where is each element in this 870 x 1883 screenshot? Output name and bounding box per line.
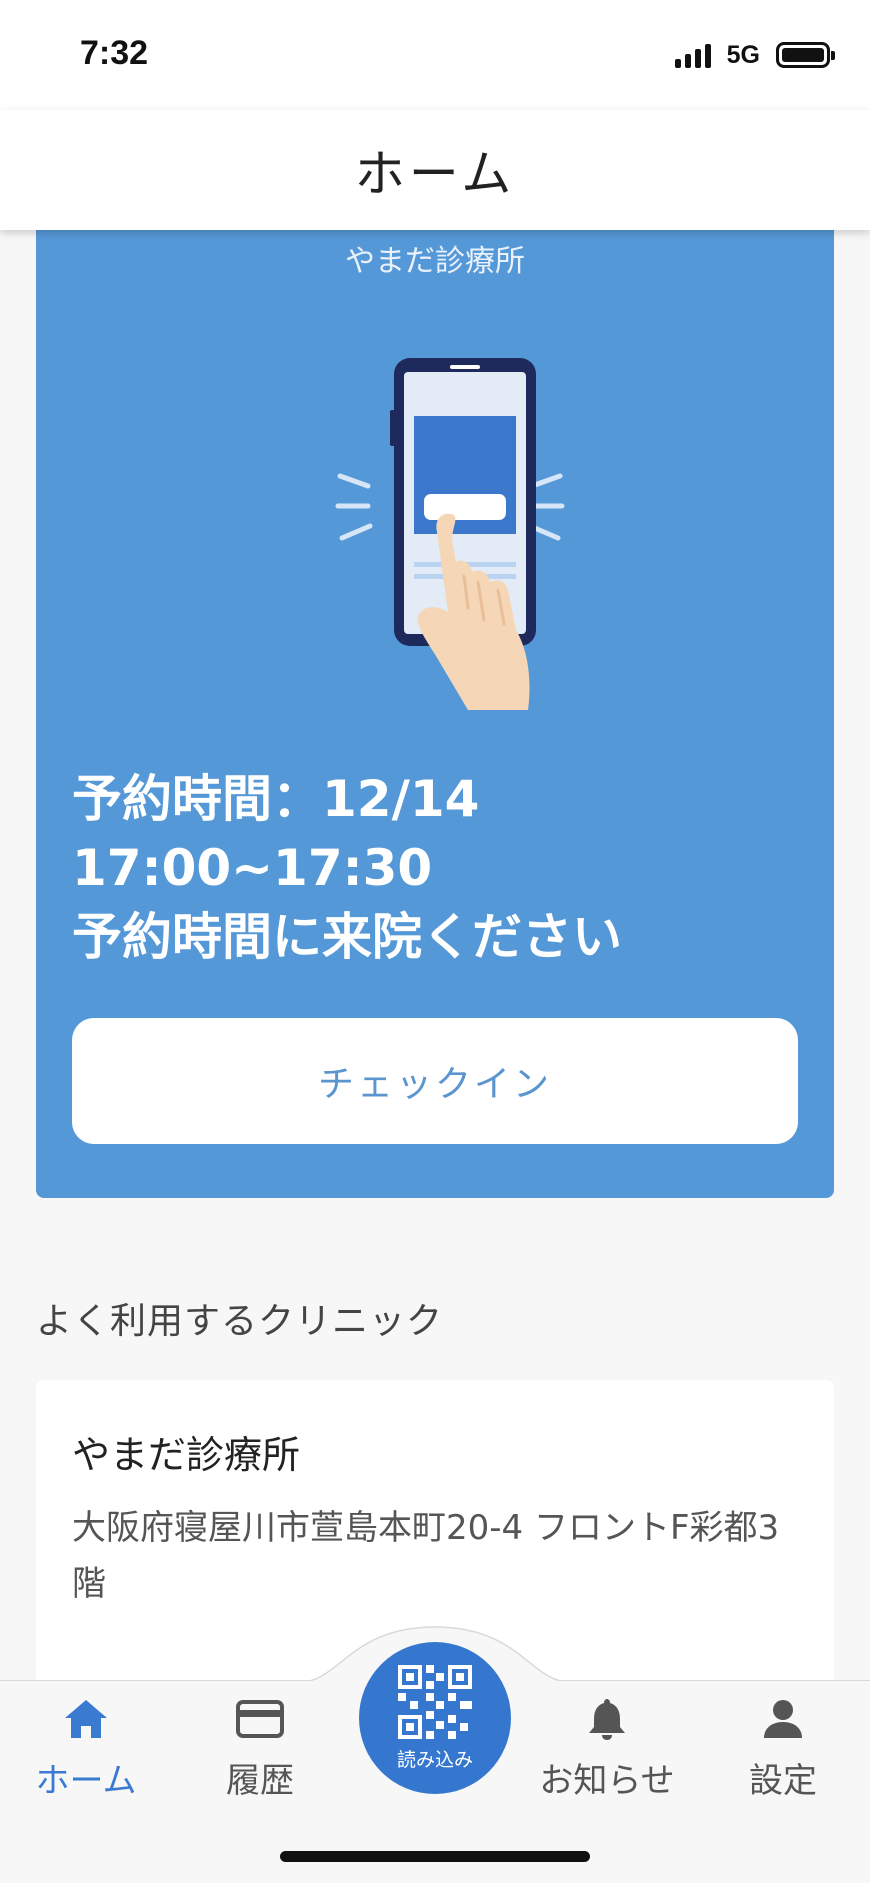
clinic-card-name: やまだ診療所	[72, 1433, 301, 1477]
nav-history-label: 履歴	[226, 1761, 294, 1801]
card-icon	[180, 1691, 340, 1747]
checkin-button[interactable]: チェックイン	[72, 1018, 798, 1144]
appointment-date: 予約時間：12/14	[72, 770, 480, 828]
home-indicator[interactable]	[280, 1851, 590, 1862]
network-label: 5G	[726, 40, 760, 69]
qr-code-icon	[398, 1664, 472, 1739]
nav-home[interactable]: ホーム	[6, 1691, 166, 1802]
app-header: ホーム	[0, 110, 870, 230]
tap-lines-left	[335, 473, 373, 541]
appointment-time: 17:00~17:30	[72, 839, 433, 897]
status-time: 7:32	[80, 34, 149, 72]
nav-notifications[interactable]: お知らせ	[527, 1691, 687, 1802]
signal-icon	[674, 42, 711, 68]
scan-label: 読み込み	[396, 1748, 473, 1771]
battery-icon	[776, 42, 835, 68]
nav-settings-label: 設定	[749, 1761, 817, 1801]
phone-tap-illustration	[335, 358, 565, 710]
nav-history[interactable]: 履歴	[180, 1691, 340, 1802]
person-icon	[703, 1691, 863, 1747]
appointment-card: やまだ診療所 予約時間：12/14 17:00~17:30 予約時間に来院くださ…	[36, 200, 834, 1198]
scan-button[interactable]: 読み込み	[359, 1642, 511, 1794]
appointment-clinic-name: やまだ診療所	[345, 244, 525, 279]
appointment-instruction: 予約時間に来院ください	[72, 908, 622, 966]
frequent-clinics-title: よく利用するクリニック	[36, 1301, 444, 1342]
nav-home-label: ホーム	[35, 1761, 137, 1801]
page-title: ホーム	[354, 145, 516, 203]
nav-settings[interactable]: 設定	[703, 1691, 863, 1802]
home-icon	[6, 1691, 166, 1747]
bell-icon	[527, 1691, 687, 1747]
nav-notifications-label: お知らせ	[539, 1761, 675, 1801]
status-bar: 7:32 5G	[0, 0, 870, 110]
status-indicators: 5G	[674, 40, 835, 70]
appointment-info: 予約時間：12/14 17:00~17:30 予約時間に来院ください	[72, 765, 812, 972]
clinic-card-address: 大阪府寝屋川市萱島本町20-4 フロントF彩都3階	[72, 1508, 780, 1604]
